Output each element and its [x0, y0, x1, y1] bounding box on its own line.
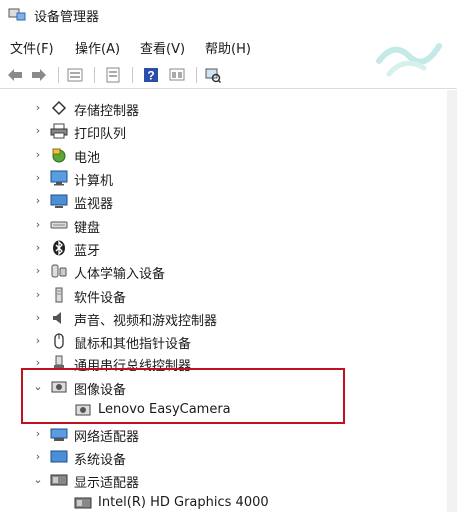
- computer-icon: [50, 170, 68, 186]
- chevron-down-icon[interactable]: ⌄: [32, 474, 44, 486]
- chevron-right-icon[interactable]: ›: [32, 312, 44, 324]
- tree-item-label: 计算机: [74, 174, 114, 189]
- back-arrow-icon[interactable]: [6, 66, 24, 84]
- properties-icon[interactable]: [66, 66, 84, 84]
- tree-item-label: 软件设备: [74, 291, 127, 306]
- tree-item-label: 声音、视频和游戏控制器: [74, 314, 218, 329]
- tree-item-intel-hd-graphics[interactable]: Intel(R) HD Graphics 4000: [0, 492, 440, 512]
- tree-item-label: 鼠标和其他指针设备: [74, 337, 192, 352]
- tree-item-software-devices[interactable]: › 软件设备: [0, 284, 440, 307]
- chevron-right-icon[interactable]: ›: [32, 102, 44, 114]
- tree-item-sound-video-game[interactable]: › 声音、视频和游戏控制器: [0, 307, 440, 330]
- tree-item-label: 显示适配器: [74, 476, 140, 491]
- keyboard-icon: [50, 221, 68, 229]
- chevron-right-icon[interactable]: ›: [32, 451, 44, 463]
- forward-arrow-icon[interactable]: [30, 66, 48, 84]
- mouse-icon: [54, 333, 64, 349]
- tree-item-storage-controllers[interactable]: › 存储控制器: [0, 97, 440, 120]
- chevron-right-icon[interactable]: ›: [32, 125, 44, 137]
- tree-item-mice[interactable]: › 鼠标和其他指针设备: [0, 330, 440, 353]
- window-title: 设备管理器: [34, 10, 100, 25]
- tree-item-print-queues[interactable]: › 打印队列: [0, 120, 440, 143]
- device-tree: › 存储控制器 › 打印队列 › 电池 › 计算机 › 监视器 › 键盘 › 蓝…: [0, 90, 447, 512]
- scan-hardware-icon[interactable]: [204, 66, 222, 84]
- monitor-icon: [50, 194, 68, 208]
- tree-item-label: 存储控制器: [74, 104, 140, 119]
- network-adapter-icon: [50, 428, 68, 441]
- chevron-right-icon[interactable]: ›: [32, 172, 44, 184]
- tree-item-label: 键盘: [74, 221, 101, 236]
- chevron-right-icon[interactable]: ›: [32, 289, 44, 301]
- update-driver-icon[interactable]: [104, 66, 122, 84]
- tree-item-keyboards[interactable]: › 键盘: [0, 214, 440, 237]
- display-icon[interactable]: [168, 66, 186, 84]
- system-device-icon: [50, 450, 68, 463]
- tree-item-label: 监视器: [74, 197, 114, 212]
- speaker-icon: [53, 312, 61, 324]
- tree-item-bluetooth[interactable]: › 蓝牙: [0, 237, 440, 260]
- tree-item-network-adapters[interactable]: › 网络适配器: [0, 423, 440, 446]
- menu-bar: 文件(F) 操作(A) 查看(V) 帮助(H): [0, 34, 457, 58]
- tree-item-batteries[interactable]: › 电池: [0, 144, 440, 167]
- tree-item-label: Intel(R) HD Graphics 4000: [98, 495, 269, 510]
- storage-controller-icon: [51, 100, 67, 116]
- device-manager-icon: [8, 8, 26, 21]
- tree-item-label: 蓝牙: [74, 244, 101, 259]
- chevron-right-icon[interactable]: ›: [32, 242, 44, 254]
- chevron-right-icon[interactable]: ›: [32, 335, 44, 347]
- highlight-box: [21, 368, 345, 424]
- hid-icon: [51, 264, 67, 278]
- tree-item-label: 网络适配器: [74, 430, 140, 445]
- display-adapter-icon: [74, 497, 92, 509]
- battery-icon: [52, 148, 66, 163]
- vertical-scrollbar[interactable]: [447, 90, 457, 512]
- chevron-right-icon[interactable]: ›: [32, 149, 44, 161]
- software-device-icon: [55, 287, 63, 303]
- svg-text:?: ?: [147, 69, 154, 83]
- menu-help[interactable]: 帮助(H): [205, 38, 251, 57]
- chevron-right-icon[interactable]: ›: [32, 265, 44, 277]
- tree-item-label: 系统设备: [74, 453, 127, 468]
- help-icon[interactable]: ?: [142, 66, 160, 84]
- menu-view[interactable]: 查看(V): [140, 38, 185, 57]
- display-adapter-icon: [50, 474, 68, 486]
- chevron-right-icon[interactable]: ›: [32, 195, 44, 207]
- chevron-right-icon[interactable]: ›: [32, 219, 44, 231]
- printer-icon: [50, 123, 68, 139]
- menu-action[interactable]: 操作(A): [75, 38, 120, 57]
- tree-item-label: 打印队列: [74, 127, 127, 142]
- toolbar: ?: [0, 62, 457, 89]
- bluetooth-icon: [53, 240, 65, 256]
- chevron-right-icon[interactable]: ›: [32, 428, 44, 440]
- tree-item-computer[interactable]: › 计算机: [0, 167, 440, 190]
- tree-item-hid[interactable]: › 人体学输入设备: [0, 260, 440, 283]
- tree-item-system-devices[interactable]: › 系统设备: [0, 446, 440, 469]
- tree-item-monitors[interactable]: › 监视器: [0, 190, 440, 213]
- menu-file[interactable]: 文件(F): [10, 38, 54, 57]
- tree-item-label: 电池: [74, 151, 101, 166]
- tree-item-label: 人体学输入设备: [74, 267, 166, 282]
- tree-item-display-adapters[interactable]: ⌄ 显示适配器: [0, 469, 440, 492]
